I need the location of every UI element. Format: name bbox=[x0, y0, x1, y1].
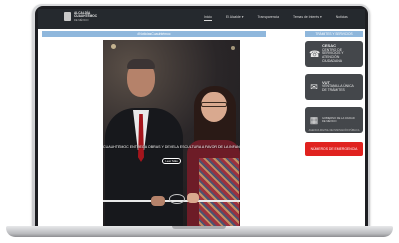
coat-of-arms-icon bbox=[64, 12, 71, 22]
cesac-card[interactable]: ☎ CESAC CENTRO DE SERVICIOS Y ATENCIÓN C… bbox=[305, 41, 363, 67]
main-content: #NoticiasCuauhtémoc CUAUHTÉMOC ENTREGA O… bbox=[42, 31, 266, 226]
hero-photo-woman-face bbox=[201, 92, 227, 122]
hero-photo-light bbox=[231, 46, 235, 50]
main-nav: Inicio El Alcalde ▾ Transparencia Temas … bbox=[204, 15, 348, 21]
cesac-subtitle: CENTRO DE SERVICIOS Y ATENCIÓN CIUDADANA bbox=[322, 47, 344, 63]
hero-photo-woman-glasses bbox=[201, 102, 227, 107]
scissors-icon bbox=[169, 194, 185, 204]
document-check-icon: ✉ bbox=[310, 82, 318, 92]
logo-subtitle: DE MÉXICO bbox=[74, 18, 89, 22]
nav-el-alcalde[interactable]: El Alcalde ▾ bbox=[226, 15, 244, 19]
city-government-icon: ▦ bbox=[309, 115, 319, 125]
cdmx-footer: AGENCIA DIGITAL DE INNOVACIÓN PÚBLICA bbox=[308, 129, 360, 132]
hero-caption: CUAUHTÉMOC ENTREGA OBRAS Y DEVELA ESCULT… bbox=[103, 145, 240, 149]
nav-temas-de-interes[interactable]: Temas de Interés ▾ bbox=[293, 15, 322, 19]
site-logo[interactable]: ALCALDÍA CUAUHTÉMOC DE MÉXICO bbox=[64, 11, 104, 22]
phone-headset-icon: ☎ bbox=[309, 49, 321, 59]
hero-photo-hand bbox=[151, 196, 165, 206]
cdmx-title: GOBIERNO DE LA CIUDAD DE MÉXICO bbox=[322, 117, 355, 123]
site-header: ALCALDÍA CUAUHTÉMOC DE MÉXICO Inicio El … bbox=[38, 9, 365, 29]
vut-card[interactable]: ✉ VUT VENTANILLA ÚNICA DE TRÁMITES bbox=[305, 74, 363, 100]
nav-transparencia[interactable]: Transparencia bbox=[257, 15, 279, 19]
vut-subtitle: VENTANILLA ÚNICA DE TRÁMITES bbox=[322, 84, 354, 93]
emergency-numbers-button[interactable]: NÚMEROS DE EMERGENCIA bbox=[305, 142, 363, 156]
hero-photo-woman-scarf bbox=[199, 158, 239, 226]
cdmx-digital-agency-card[interactable]: ▦ GOBIERNO DE LA CIUDAD DE MÉXICO AGENCI… bbox=[305, 107, 363, 133]
sidebar-header: TRÁMITES Y SERVICIOS bbox=[305, 31, 363, 37]
nav-inicio[interactable]: Inicio bbox=[204, 15, 212, 21]
news-hashtag-bar: #NoticiasCuauhtémoc bbox=[42, 31, 266, 37]
hero-photo-light bbox=[111, 44, 116, 49]
read-more-button[interactable]: Leer Más bbox=[162, 158, 181, 164]
nav-noticias[interactable]: Noticias bbox=[336, 15, 348, 19]
hero-photo-hand bbox=[187, 193, 199, 203]
laptop-notch bbox=[172, 226, 226, 229]
news-carousel[interactable]: CUAUHTÉMOC ENTREGA OBRAS Y DEVELA ESCULT… bbox=[103, 40, 240, 226]
logo-title: ALCALDÍA CUAUHTÉMOC bbox=[74, 11, 98, 19]
laptop-screen: ALCALDÍA CUAUHTÉMOC DE MÉXICO Inicio El … bbox=[38, 9, 365, 226]
hero-photo-man-hair bbox=[127, 59, 155, 69]
